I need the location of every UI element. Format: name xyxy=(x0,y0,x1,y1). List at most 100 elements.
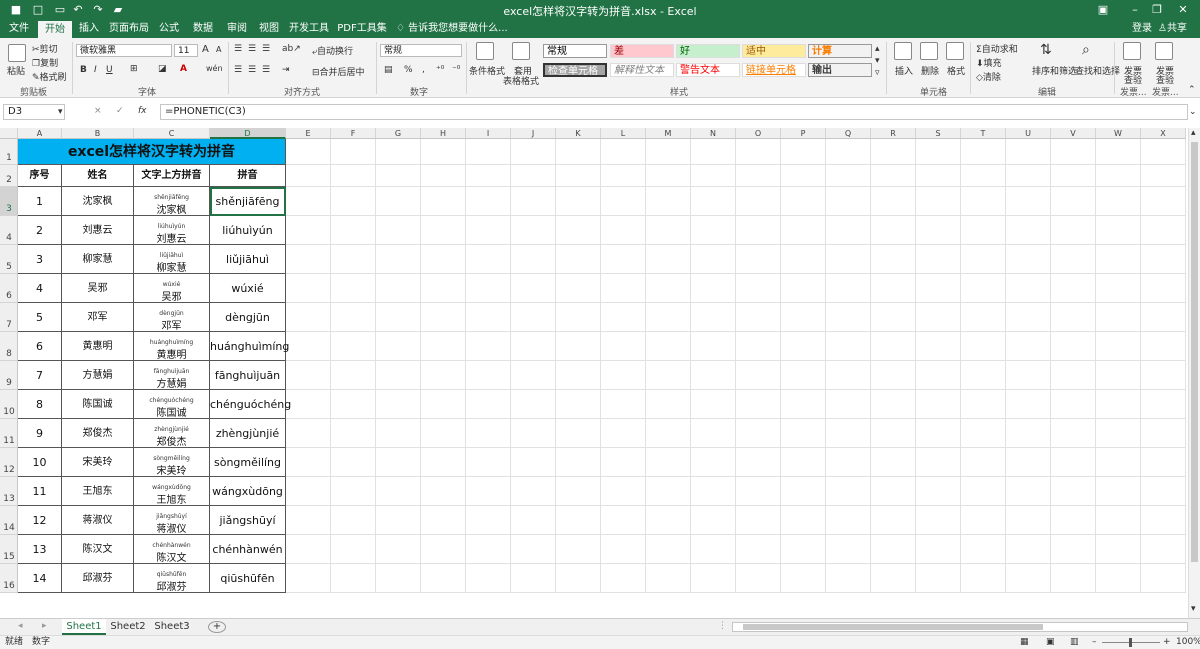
empty-cell[interactable] xyxy=(871,274,916,303)
empty-cell[interactable] xyxy=(1006,390,1051,419)
empty-cell[interactable] xyxy=(826,187,871,216)
empty-cell[interactable] xyxy=(556,448,601,477)
empty-cell[interactable] xyxy=(781,303,826,332)
empty-cell[interactable] xyxy=(826,245,871,274)
column-header[interactable]: V xyxy=(1051,128,1096,139)
empty-cell[interactable] xyxy=(871,332,916,361)
wrap-text-button[interactable]: ⤶自动换行 xyxy=(312,44,353,57)
empty-cell[interactable] xyxy=(376,564,421,593)
empty-cell[interactable] xyxy=(556,303,601,332)
empty-cell[interactable] xyxy=(511,419,556,448)
empty-cell[interactable] xyxy=(511,477,556,506)
empty-cell[interactable] xyxy=(826,216,871,245)
empty-cell[interactable] xyxy=(1051,245,1096,274)
empty-cell[interactable] xyxy=(376,419,421,448)
empty-cell[interactable] xyxy=(421,245,466,274)
name-cell[interactable]: 宋美玲 xyxy=(62,448,134,477)
empty-cell[interactable] xyxy=(691,535,736,564)
align-top-icon[interactable]: ☰ xyxy=(234,44,242,54)
phonetic-guide-cell[interactable]: zhèngjùnjié 郑俊杰 xyxy=(134,419,210,448)
tab-formulas[interactable]: 公式 xyxy=(154,20,184,38)
underline-button[interactable]: U xyxy=(106,65,113,75)
phonetic-guide-cell[interactable]: fānghuìjuān 方慧娟 xyxy=(134,361,210,390)
empty-cell[interactable] xyxy=(421,274,466,303)
empty-cell[interactable] xyxy=(1051,139,1096,165)
empty-cell[interactable] xyxy=(601,390,646,419)
empty-cell[interactable] xyxy=(421,361,466,390)
empty-cell[interactable] xyxy=(961,535,1006,564)
empty-cell[interactable] xyxy=(331,303,376,332)
empty-cell[interactable] xyxy=(646,303,691,332)
paste-icon[interactable] xyxy=(8,44,26,62)
empty-cell[interactable] xyxy=(691,419,736,448)
empty-cell[interactable] xyxy=(646,390,691,419)
empty-cell[interactable] xyxy=(286,477,331,506)
phonetic-guide-cell[interactable]: qiūshūfēn 邱淑芬 xyxy=(134,564,210,593)
empty-cell[interactable] xyxy=(871,216,916,245)
empty-cell[interactable] xyxy=(421,332,466,361)
empty-cell[interactable] xyxy=(376,216,421,245)
zoom-in-icon[interactable]: + xyxy=(1163,636,1171,649)
empty-cell[interactable] xyxy=(1096,274,1141,303)
formula-input[interactable]: =PHONETIC(C3) xyxy=(160,104,1188,120)
align-left-icon[interactable]: ☰ xyxy=(234,65,242,75)
pinyin-cell[interactable]: jiǎngshūyí xyxy=(210,506,286,535)
pinyin-cell[interactable]: dèngjūn xyxy=(210,303,286,332)
name-box-dropdown-icon[interactable]: ▾ xyxy=(58,107,63,117)
empty-cell[interactable] xyxy=(961,303,1006,332)
empty-cell[interactable] xyxy=(466,245,511,274)
paste-button[interactable]: 粘贴 xyxy=(7,64,25,77)
empty-cell[interactable] xyxy=(1141,419,1186,448)
share-button[interactable]: ♙共享 xyxy=(1158,20,1187,38)
empty-cell[interactable] xyxy=(286,535,331,564)
tab-data[interactable]: 数据 xyxy=(188,20,218,38)
empty-cell[interactable] xyxy=(511,506,556,535)
empty-cell[interactable] xyxy=(1096,477,1141,506)
cell-style-8[interactable]: 链接单元格 xyxy=(742,63,806,77)
empty-cell[interactable] xyxy=(736,506,781,535)
seq-cell[interactable]: 4 xyxy=(18,274,62,303)
row-header[interactable]: 15 xyxy=(0,535,18,564)
empty-cell[interactable] xyxy=(781,245,826,274)
header-cell[interactable]: 拼音 xyxy=(210,165,286,187)
empty-cell[interactable] xyxy=(826,506,871,535)
cell-style-1[interactable]: 差 xyxy=(610,44,674,58)
align-right-icon[interactable]: ☰ xyxy=(262,65,270,75)
empty-cell[interactable] xyxy=(421,448,466,477)
phonetic-guide-cell[interactable]: shěnjiāfēng 沈家枫 xyxy=(134,187,210,216)
fill-button[interactable]: ⬇填充 xyxy=(976,56,1002,69)
empty-cell[interactable] xyxy=(961,448,1006,477)
empty-cell[interactable] xyxy=(916,564,961,593)
empty-cell[interactable] xyxy=(736,303,781,332)
invoice-check-icon[interactable] xyxy=(1123,42,1141,60)
empty-cell[interactable] xyxy=(1006,274,1051,303)
name-box[interactable]: D3 xyxy=(3,104,65,120)
empty-cell[interactable] xyxy=(1096,139,1141,165)
pinyin-cell[interactable]: liǔjiāhuì xyxy=(210,245,286,274)
empty-cell[interactable] xyxy=(376,187,421,216)
empty-cell[interactable] xyxy=(556,419,601,448)
tell-me-search[interactable]: ♢ 告诉我您想要做什么... xyxy=(396,20,508,38)
phonetic-guide-cell[interactable]: wángxùdōng 王旭东 xyxy=(134,477,210,506)
pinyin-cell[interactable]: liúhuìyún xyxy=(210,216,286,245)
empty-cell[interactable] xyxy=(601,448,646,477)
vertical-scrollbar[interactable]: ▴ ▾ xyxy=(1188,128,1200,618)
empty-cell[interactable] xyxy=(1051,506,1096,535)
zoom-slider-handle[interactable] xyxy=(1129,638,1132,647)
empty-cell[interactable] xyxy=(466,303,511,332)
empty-cell[interactable] xyxy=(826,448,871,477)
empty-cell[interactable] xyxy=(556,390,601,419)
empty-cell[interactable] xyxy=(826,303,871,332)
phonetic-guide-cell[interactable]: chénguóchéng 陈国诚 xyxy=(134,390,210,419)
tab-developer[interactable]: 开发工具 xyxy=(288,20,330,38)
empty-cell[interactable] xyxy=(331,477,376,506)
empty-cell[interactable] xyxy=(1006,535,1051,564)
column-header[interactable]: F xyxy=(331,128,376,139)
empty-cell[interactable] xyxy=(421,477,466,506)
empty-cell[interactable] xyxy=(1051,216,1096,245)
empty-cell[interactable] xyxy=(916,535,961,564)
empty-cell[interactable] xyxy=(1006,332,1051,361)
empty-cell[interactable] xyxy=(1096,564,1141,593)
empty-cell[interactable] xyxy=(736,419,781,448)
empty-cell[interactable] xyxy=(736,477,781,506)
